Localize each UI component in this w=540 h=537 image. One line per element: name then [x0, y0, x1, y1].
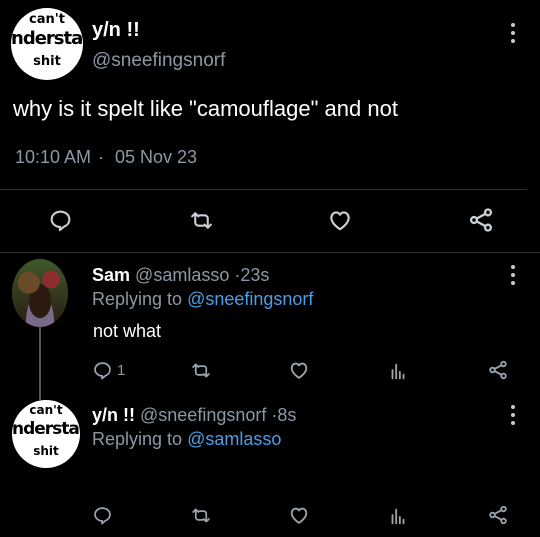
avatar[interactable]: can't nderstan shit: [12, 400, 80, 468]
avatar[interactable]: can't nderstan shit: [11, 8, 83, 80]
like-icon[interactable]: [326, 207, 354, 233]
display-name[interactable]: y/n !!: [92, 19, 140, 42]
thread-line: [39, 327, 41, 400]
replying-handle-link[interactable]: @samlasso: [187, 429, 281, 449]
retweet-icon[interactable]: [190, 505, 212, 526]
more-icon[interactable]: [510, 265, 516, 285]
replying-to: Replying to @sneefingsnorf: [92, 289, 313, 310]
more-icon[interactable]: [510, 405, 516, 425]
reply-icon[interactable]: [92, 505, 113, 526]
retweet-icon[interactable]: [190, 360, 212, 381]
analytics-icon[interactable]: [387, 505, 409, 527]
share-icon[interactable]: [487, 359, 509, 381]
tweet-date: 05 Nov 23: [115, 147, 198, 167]
divider: [0, 189, 527, 190]
display-name[interactable]: Sam: [92, 265, 130, 285]
handle[interactable]: @sneefingsnorf: [140, 405, 266, 425]
replying-prefix: Replying to: [92, 429, 183, 449]
handle[interactable]: @sneefingsnorf: [92, 50, 225, 72]
share-icon[interactable]: [487, 504, 509, 526]
reply-count: 1: [117, 362, 126, 379]
avatar-logo-bottom: shit: [33, 444, 59, 458]
more-icon[interactable]: [510, 23, 516, 43]
avatar-logo-middle: nderstan: [11, 28, 83, 49]
retweet-icon[interactable]: [188, 208, 215, 233]
replying-prefix: Replying to: [92, 289, 183, 309]
avatar-logo-bottom: shit: [33, 54, 61, 69]
avatar-logo-top: can't: [29, 12, 65, 27]
avatar[interactable]: [12, 259, 68, 327]
meta-separator: ·: [98, 147, 104, 167]
avatar-photo: [12, 259, 68, 327]
reply-time: 8s: [277, 405, 297, 425]
avatar-logo-middle: nderstan: [12, 419, 80, 439]
avatar-logo-top: can't: [29, 403, 63, 417]
analytics-icon[interactable]: [387, 360, 409, 382]
reply-text: not what: [93, 321, 162, 341]
like-icon[interactable]: [288, 504, 310, 526]
divider: [0, 252, 540, 253]
tweet-time: 10:10 AM: [15, 147, 92, 167]
reply-header: Sam @samlasso ·23s: [92, 265, 269, 286]
display-name[interactable]: y/n !!: [92, 405, 135, 425]
reply-icon[interactable]: [92, 360, 113, 381]
reply-icon[interactable]: [48, 208, 73, 233]
replying-handle-link[interactable]: @sneefingsnorf: [187, 289, 313, 309]
reply-header: y/n !! @sneefingsnorf ·8s: [92, 405, 296, 426]
replying-to: Replying to @samlasso: [92, 429, 281, 450]
handle[interactable]: @samlasso: [135, 265, 229, 285]
share-icon[interactable]: [467, 206, 495, 234]
tweet-text: why is it spelt like "camouflage" and no…: [13, 96, 398, 121]
reply-time: 23s: [240, 265, 270, 285]
like-icon[interactable]: [288, 359, 310, 381]
